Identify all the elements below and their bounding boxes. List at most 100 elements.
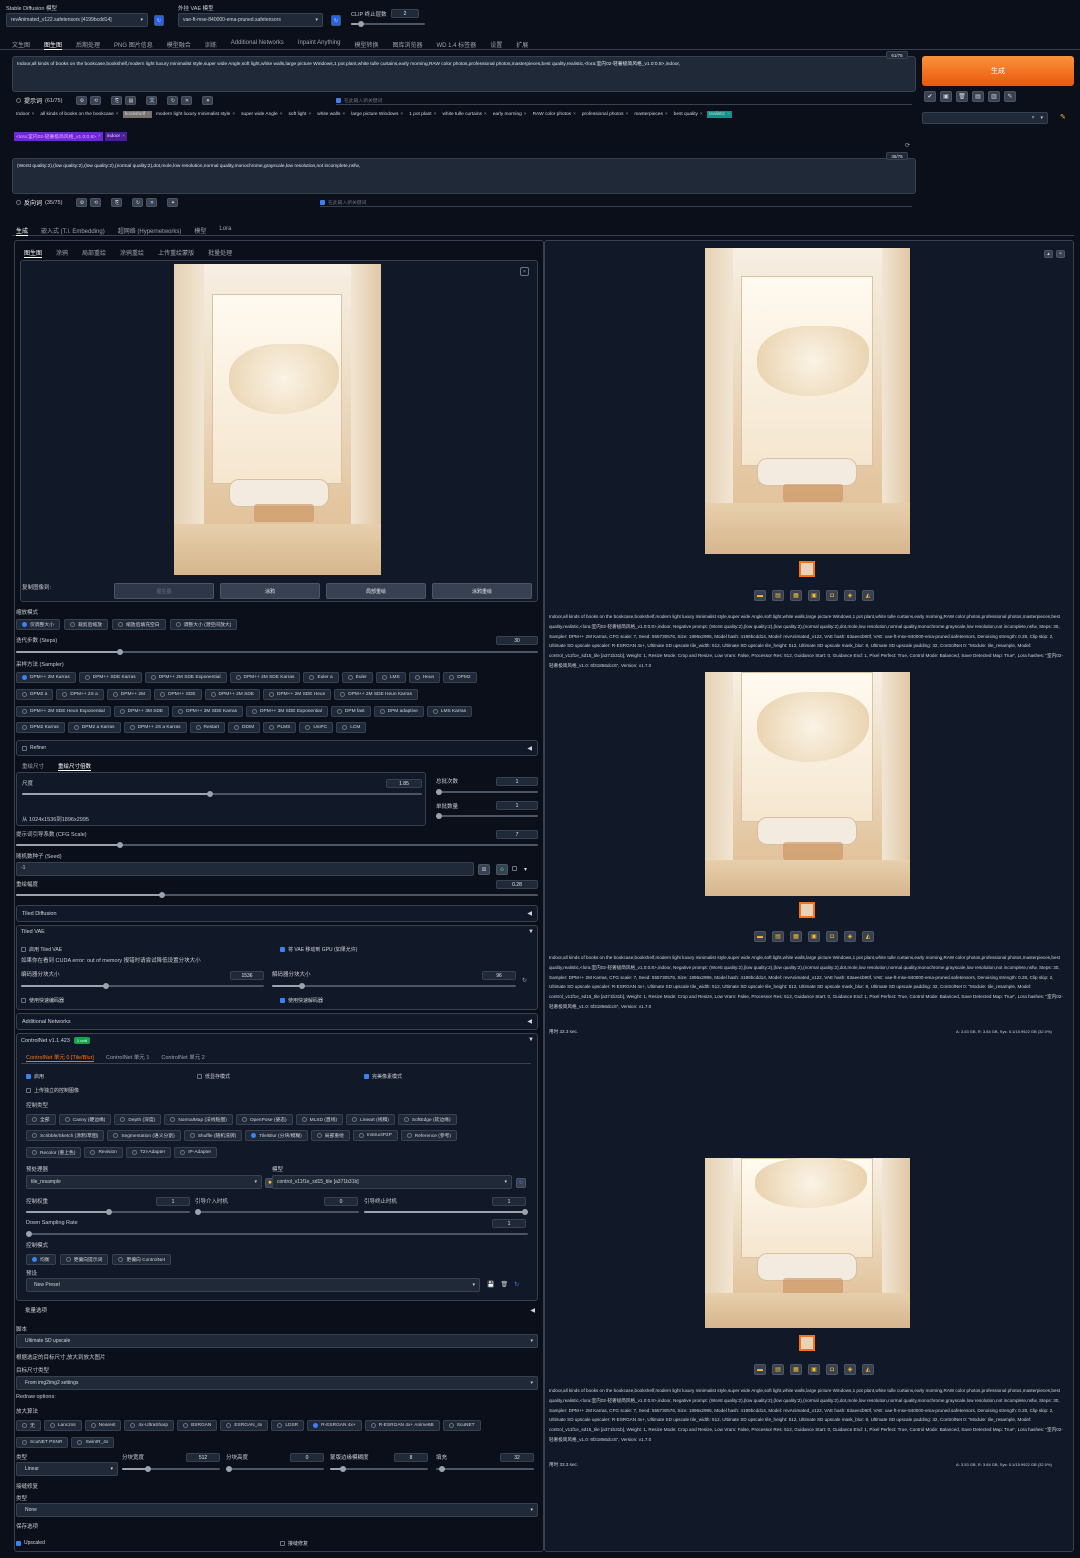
close-icon[interactable]: × (116, 112, 119, 117)
close-icon[interactable]: × (280, 112, 283, 117)
upscaler-option[interactable]: R-ESRGAN 4x+ (307, 1420, 362, 1431)
tab-convert[interactable]: 模型转换 (354, 40, 378, 50)
keyword-checkbox[interactable] (336, 97, 341, 103)
batch-size-value[interactable]: 1 (496, 801, 538, 810)
prompt-chip[interactable]: early morning × (491, 111, 529, 118)
redraw-type-select[interactable]: Linear ▾ (16, 1462, 118, 1476)
upscaler-option[interactable]: Lanczos (43, 1420, 82, 1431)
copy-icon[interactable]: ⎘ (111, 96, 123, 105)
upscaler-option[interactable]: ESRGAN_4x (220, 1420, 269, 1431)
refresh-icon[interactable]: ↻ (167, 96, 179, 105)
padding-slider[interactable] (436, 1466, 534, 1472)
tab-hypernetworks[interactable]: 超网络 (Hypernetworks) (118, 226, 182, 236)
controlnet-model-select[interactable]: control_v11f1e_sd15_tile [a371b31b] ▾ (272, 1175, 512, 1189)
close-icon[interactable]: × (232, 112, 235, 117)
batch-size-slider[interactable] (436, 813, 538, 819)
prompt-chip[interactable]: super wide Angle × (239, 111, 284, 118)
decoder-tile-value[interactable]: 96 (482, 971, 516, 980)
send-to-extras-icon[interactable]: ◈ (844, 590, 856, 601)
prompt-chip[interactable]: 1 pot plant × (407, 111, 438, 118)
control-type-option[interactable]: Shuffle (随机洗牌) (183, 1130, 243, 1141)
preprocessor-select[interactable]: tile_resample ▾ (26, 1175, 262, 1189)
prompt-textarea[interactable]: Indoor,all kinds of books on the bookcas… (12, 56, 916, 92)
sampler-option[interactable]: DPM++ 2M SDE Heun Karras (334, 689, 418, 700)
control-mode-option[interactable]: 更偏向提示词 (59, 1254, 109, 1265)
upscaler-option[interactable]: 4x-UltraSharp (124, 1420, 175, 1431)
refiner-accordion[interactable]: Refiner ◀ (16, 740, 538, 756)
upscaler-option[interactable]: LDSR (271, 1420, 305, 1431)
control-type-option[interactable]: Scribble/Sketch (涂鸦/草图) (26, 1130, 105, 1141)
vae-select[interactable]: vae-ft-mse-840000-ema-pruned.safetensors… (178, 13, 323, 27)
prompt-toggle[interactable]: 提示词 (16, 96, 42, 105)
prompt-chip-lora[interactable]: <lora:室内02-轻奢极简风格_v1.0:0.8> × (14, 132, 103, 141)
close-icon[interactable]: × (626, 112, 629, 117)
sampler-option[interactable]: DPM++ 2S a (56, 689, 104, 700)
send-to-img2img-icon[interactable]: ▣ (808, 931, 820, 942)
control-type-option[interactable]: 局部重绘 (310, 1130, 350, 1141)
tab-sketch[interactable]: 涂鸦 (56, 248, 68, 258)
sampler-option[interactable]: DPM fast (330, 706, 371, 717)
palette-icon[interactable]: ◭ (862, 1364, 874, 1375)
copy-to-sketch-button[interactable]: 涂鸦 (220, 583, 320, 599)
close-icon[interactable]: × (308, 112, 311, 117)
tile-width-value[interactable]: 512 (186, 1453, 220, 1462)
slider-knob[interactable] (207, 791, 213, 797)
prompt-chip[interactable]: Indoor × (14, 111, 36, 118)
fullscreen-icon[interactable]: ▴ (1044, 250, 1053, 258)
tab-checkpoints[interactable]: 模型 (194, 226, 206, 236)
save-icon[interactable]: ▤ (772, 590, 784, 601)
sampler-option[interactable]: DPM++ 2M Karras (16, 672, 76, 683)
delete-icon[interactable]: ✕ (146, 198, 158, 207)
tile-height-value[interactable]: 0 (290, 1453, 324, 1462)
collapse-icon[interactable]: ◀ (527, 745, 532, 752)
send-to-img2img-icon[interactable]: ▣ (808, 1364, 820, 1375)
sampler-option[interactable]: DPM2 (443, 672, 477, 683)
tab-merge[interactable]: 模型融合 (167, 40, 191, 50)
tab-inpaint-sketch[interactable]: 涂鸦重绘 (120, 248, 144, 258)
send-to-extras-icon[interactable]: ◈ (844, 1364, 856, 1375)
sampler-option[interactable]: DPM++ 3M SDE Karras (172, 706, 244, 717)
upscaler-option[interactable]: 无 (16, 1420, 41, 1431)
control-type-option[interactable]: InstructP2P (352, 1130, 398, 1141)
output-thumbnail[interactable] (799, 902, 815, 918)
folder-icon[interactable]: ▬ (754, 931, 766, 942)
guidance-end-value[interactable]: 1 (492, 1197, 526, 1206)
guidance-end-slider[interactable] (364, 1209, 528, 1215)
control-weight-slider[interactable] (26, 1209, 190, 1215)
tab-tagger[interactable]: WD 1.4 标签器 (437, 40, 477, 50)
control-weight-value[interactable]: 1 (156, 1197, 190, 1206)
target-size-select[interactable]: From img2img2 settings ▾ (16, 1376, 538, 1390)
paste-icon[interactable]: ▣ (940, 91, 952, 102)
recycle-icon[interactable]: ♻ (496, 864, 508, 875)
tab-img2img-sub[interactable]: 图生图 (24, 248, 43, 258)
palette-icon[interactable]: ◭ (862, 931, 874, 942)
tab-extensions[interactable]: 扩展 (516, 40, 528, 50)
send-to-inpaint-icon[interactable]: ◘ (826, 931, 838, 942)
close-icon[interactable]: × (665, 112, 668, 117)
document-icon[interactable]: ▥ (988, 91, 1000, 102)
encoder-tile-value[interactable]: 1536 (230, 971, 264, 980)
fast-decoder-checkbox[interactable]: 使用快速解码器 (280, 997, 323, 1004)
send-to-img2img-icon[interactable]: ▣ (808, 590, 820, 601)
send-to-inpaint-icon[interactable]: ◘ (826, 1364, 838, 1375)
undo-icon[interactable]: ⟲ (90, 96, 102, 105)
sampler-option[interactable]: DPM++ 2M SDE (204, 689, 260, 700)
sampler-option[interactable]: DPM++ 2S a Karras (123, 722, 187, 733)
prompt-chip[interactable]: best quality × (672, 111, 705, 118)
delete-icon[interactable]: ✕ (181, 96, 193, 105)
control-type-option[interactable]: Segmentation (语义分割) (107, 1130, 181, 1141)
favorite-icon[interactable]: ✦ (167, 198, 179, 207)
close-icon[interactable]: × (147, 112, 150, 117)
preset-select[interactable]: New Preset ▾ (26, 1278, 480, 1292)
output-thumbnail[interactable] (799, 561, 815, 577)
trash-icon[interactable]: 🗑 (500, 1281, 508, 1288)
tab-txt2img[interactable]: 文生图 (12, 40, 30, 50)
negative-new-keyword[interactable]: 在此输入新关键词 (320, 198, 912, 207)
close-icon[interactable]: × (573, 112, 576, 117)
archive-icon[interactable]: ▦ (790, 590, 802, 601)
save-icon[interactable]: 💾 (487, 1281, 494, 1288)
tab-embedding[interactable]: 嵌入式 (T.I. Embedding) (41, 226, 105, 236)
tab-controlnet-unit-0[interactable]: ControlNet 单元 0 [Tile/Blur] (26, 1053, 94, 1062)
tiled-diffusion-accordion[interactable]: Tiled Diffusion ◀ (16, 905, 538, 922)
tab-png-info[interactable]: PNG 图片信息 (114, 40, 153, 50)
